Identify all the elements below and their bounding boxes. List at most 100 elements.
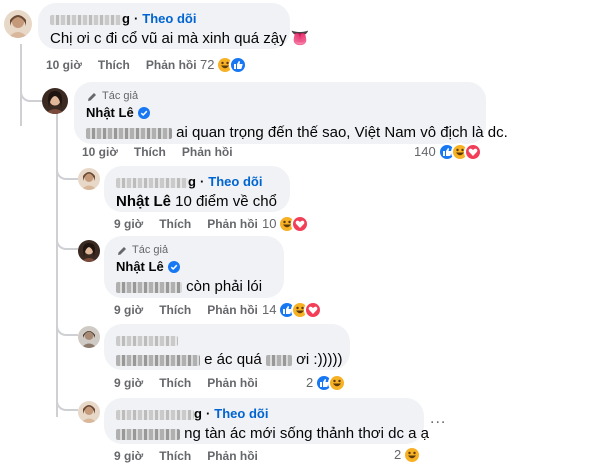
comment-bubble: g · Theo dõi ng tàn ác mới sống thảnh th… xyxy=(104,398,429,444)
reaction-summary[interactable]: 2 xyxy=(306,374,347,392)
verified-badge-icon xyxy=(167,261,180,273)
comment-text: e ác quá ơi :))))) xyxy=(116,350,343,370)
more-options-icon[interactable]: ... xyxy=(430,410,446,428)
thread-elbow xyxy=(56,166,78,180)
follow-link[interactable]: Theo dõi xyxy=(214,406,268,422)
comment-bubble: g · Theo dõi Chị ơi c đi cổ vũ ai mà xin… xyxy=(38,3,310,49)
thread-elbow xyxy=(56,322,78,336)
author-name[interactable]: Nhật Lê xyxy=(116,259,164,275)
comment-time[interactable]: 9 giờ xyxy=(114,375,143,391)
avatar[interactable] xyxy=(42,88,68,114)
comment-actions: 9 giờ Thích Phản hồi xyxy=(114,302,258,318)
haha-reaction-icon xyxy=(403,446,422,464)
separator-dot: · xyxy=(133,11,139,26)
reaction-summary[interactable]: 14 xyxy=(262,301,323,319)
comment-actions: 9 giờ Thích Phản hồi xyxy=(114,448,258,464)
verified-badge-icon xyxy=(137,107,150,119)
comment-time[interactable]: 9 giờ xyxy=(114,302,143,318)
comment-actions: 9 giờ Thích Phản hồi xyxy=(114,216,258,232)
reply-button[interactable]: Phản hồi xyxy=(207,302,258,318)
thread-elbow xyxy=(56,236,78,250)
comment-time[interactable]: 9 giờ xyxy=(114,448,143,464)
avatar[interactable] xyxy=(4,10,32,38)
haha-reaction-icon xyxy=(328,374,347,392)
comment-actions: 10 giờ Thích Phản hồi xyxy=(46,57,197,73)
like-button[interactable]: Thích xyxy=(159,375,191,391)
reaction-summary[interactable]: 140 xyxy=(414,143,482,161)
author-badge: Tác giả xyxy=(116,244,272,257)
reaction-count: 14 xyxy=(262,302,277,317)
comment-text-content: ng tàn ác mới sống thảnh thơi dc a ạ xyxy=(184,425,429,442)
pencil-icon xyxy=(88,92,96,101)
reply-button[interactable]: Phản hồi xyxy=(207,448,258,464)
love-reaction-icon xyxy=(291,215,310,233)
author-badge-label: Tác giả xyxy=(102,90,139,102)
comment-text-content: còn phải lói xyxy=(186,278,263,295)
reaction-summary[interactable]: 72 xyxy=(200,56,248,74)
comment-author-row: g · Theo dõi xyxy=(116,174,278,190)
comment-bubble: Tác giả Nhật Lê còn phải lói xyxy=(104,236,284,298)
author-badge-label: Tác giả xyxy=(132,244,169,256)
comment-text-content: ai quan trọng đến thế sao, Việt Nam vô đ… xyxy=(176,124,508,141)
comment-text: Nhật Lê 10 điểm về chổ xyxy=(116,192,278,212)
comment-text: ng tàn ác mới sống thảnh thơi dc a ạ xyxy=(116,424,429,444)
like-button[interactable]: Thích xyxy=(159,216,191,232)
comment-actions: 10 giờ Thích Phản hồi xyxy=(82,144,233,160)
avatar[interactable] xyxy=(78,240,100,262)
reaction-count: 2 xyxy=(306,375,314,390)
reaction-summary[interactable]: 2 xyxy=(394,446,422,464)
like-reaction-icon xyxy=(229,56,248,74)
comment-author-row: Nhật Lê xyxy=(116,259,272,275)
thread-elbow xyxy=(20,78,42,102)
thread-elbow xyxy=(56,397,78,411)
comment-text-content: e ác quá xyxy=(204,351,262,368)
reply-button[interactable]: Phản hồi xyxy=(146,57,197,73)
comment-bubble: Tác giả Nhật Lê ai quan trọng đến thế sa… xyxy=(74,82,508,144)
like-button[interactable]: Thích xyxy=(98,57,130,73)
avatar[interactable] xyxy=(78,401,100,423)
reaction-count: 140 xyxy=(414,144,436,159)
author-name[interactable] xyxy=(116,332,178,348)
comment-author-row: g · Theo dõi xyxy=(50,11,278,27)
comment-time[interactable]: 10 giờ xyxy=(46,57,82,73)
author-name[interactable]: g xyxy=(116,406,202,422)
comment-time[interactable]: 9 giờ xyxy=(114,216,143,232)
comment-bubble: e ác quá ơi :))))) xyxy=(104,324,350,370)
pencil-icon xyxy=(118,246,126,255)
author-name[interactable]: g xyxy=(50,11,130,27)
mention-tag[interactable]: Nhật Lê xyxy=(116,193,171,210)
comment-author-row: Nhật Lê xyxy=(86,105,474,121)
reply-button[interactable]: Phản hồi xyxy=(207,216,258,232)
separator-dot: · xyxy=(199,174,205,189)
reply-button[interactable]: Phản hồi xyxy=(207,375,258,391)
thread-line-sub xyxy=(56,112,58,417)
avatar[interactable] xyxy=(78,326,100,348)
comment-author-row xyxy=(116,332,338,348)
comment-text: Chị ơi c đi cổ vũ ai mà xinh quá zậy 👅 xyxy=(50,30,310,47)
author-badge: Tác giả xyxy=(86,90,474,103)
comment-actions: 9 giờ Thích Phản hồi xyxy=(114,375,258,391)
comment-time[interactable]: 10 giờ xyxy=(82,144,118,160)
reaction-count: 2 xyxy=(394,447,402,462)
comment-text-tail: ơi :))))) xyxy=(296,351,343,368)
comment-text: còn phải lói xyxy=(116,277,272,297)
comment-text-content: 10 điểm về chổ xyxy=(171,193,277,210)
avatar[interactable] xyxy=(78,168,100,190)
like-button[interactable]: Thích xyxy=(159,302,191,318)
follow-link[interactable]: Theo dõi xyxy=(208,174,262,190)
comment-author-row: g · Theo dõi xyxy=(116,406,412,422)
comment-bubble: g · Theo dõi Nhật Lê 10 điểm về chổ xyxy=(104,166,290,212)
comment-text: ai quan trọng đến thế sao, Việt Nam vô đ… xyxy=(86,123,508,143)
love-reaction-icon xyxy=(304,301,323,319)
follow-link[interactable]: Theo dõi xyxy=(142,11,196,27)
reaction-count: 72 xyxy=(200,57,215,72)
separator-dot: · xyxy=(205,406,211,421)
love-reaction-icon xyxy=(463,143,482,161)
reaction-summary[interactable]: 10 xyxy=(262,215,310,233)
reaction-count: 10 xyxy=(262,216,277,231)
author-name[interactable]: Nhật Lê xyxy=(86,105,134,121)
like-button[interactable]: Thích xyxy=(159,448,191,464)
like-button[interactable]: Thích xyxy=(134,144,166,160)
reply-button[interactable]: Phản hồi xyxy=(182,144,233,160)
author-name[interactable]: g xyxy=(116,174,196,190)
